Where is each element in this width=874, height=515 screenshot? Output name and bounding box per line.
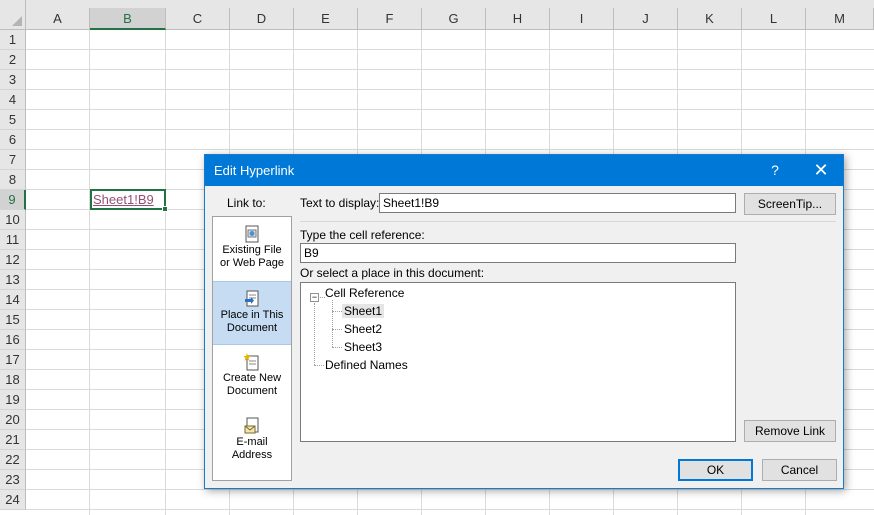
tree-connector xyxy=(314,303,315,365)
column-header-h[interactable]: H xyxy=(486,8,550,30)
row-header-23[interactable]: 23 xyxy=(0,470,26,490)
link-to-panel: Existing File or Web Page Place in This … xyxy=(212,216,292,481)
row-header-2[interactable]: 2 xyxy=(0,50,26,70)
link-to-email-address[interactable]: E-mail Address xyxy=(213,409,291,473)
gridline xyxy=(26,489,874,490)
tree-node-cell-reference[interactable]: Cell Reference xyxy=(325,286,404,300)
text-to-display-label: Text to display: xyxy=(300,196,380,210)
existing-file-icon xyxy=(245,225,259,243)
link-to-existing-file[interactable]: Existing File or Web Page xyxy=(213,217,291,281)
link-to-item-label: or Web Page xyxy=(219,257,284,269)
column-header-c[interactable]: C xyxy=(166,8,230,30)
tree-node-defined-names[interactable]: Defined Names xyxy=(325,358,408,372)
link-to-item-label: Document xyxy=(226,385,278,397)
row-header-20[interactable]: 20 xyxy=(0,410,26,430)
column-header-d[interactable]: D xyxy=(230,8,294,30)
link-to-item-label: Address xyxy=(231,449,273,461)
row-header-7[interactable]: 7 xyxy=(0,150,26,170)
row-header-14[interactable]: 14 xyxy=(0,290,26,310)
column-header-strip xyxy=(26,0,874,8)
gridline xyxy=(26,89,874,90)
fill-handle[interactable] xyxy=(162,206,168,212)
row-header-4[interactable]: 4 xyxy=(0,90,26,110)
gridline xyxy=(165,30,166,515)
row-header-16[interactable]: 16 xyxy=(0,330,26,350)
tree-node-sheet3[interactable]: Sheet3 xyxy=(344,340,382,354)
row-header-11[interactable]: 11 xyxy=(0,230,26,250)
tree-connector xyxy=(332,347,342,348)
cancel-button[interactable]: Cancel xyxy=(762,459,837,481)
column-header-k[interactable]: K xyxy=(678,8,742,30)
tree-connector xyxy=(314,365,324,366)
select-all-triangle-icon xyxy=(12,16,22,26)
link-to-item-label: Document xyxy=(226,322,278,334)
link-to-item-label: Existing File xyxy=(222,244,282,256)
remove-link-button[interactable]: Remove Link xyxy=(744,420,836,442)
link-to-label: Link to: xyxy=(227,196,266,210)
tree-node-sheet1[interactable]: Sheet1 xyxy=(342,304,385,318)
create-new-document-icon xyxy=(244,353,259,371)
dialog-title: Edit Hyperlink xyxy=(214,163,295,178)
tree-connector xyxy=(332,300,333,347)
link-to-create-new-document[interactable]: Create New Document xyxy=(213,345,291,409)
column-header-g[interactable]: G xyxy=(422,8,486,30)
gridline xyxy=(26,109,874,110)
divider xyxy=(300,221,836,222)
dialog-titlebar[interactable]: Edit Hyperlink ? ✕ xyxy=(205,155,843,186)
edit-hyperlink-dialog[interactable]: Edit Hyperlink ? ✕ Link to: Existing Fil… xyxy=(204,154,844,489)
cell-reference-input[interactable]: B9 xyxy=(300,243,736,263)
tree-node-sheet2[interactable]: Sheet2 xyxy=(344,322,382,336)
row-header-1[interactable]: 1 xyxy=(0,30,26,50)
column-header-a[interactable]: A xyxy=(26,8,90,30)
gridline xyxy=(26,149,874,150)
gridline xyxy=(26,49,874,50)
column-header-m[interactable]: M xyxy=(806,8,874,30)
screentip-button[interactable]: ScreenTip... xyxy=(744,193,836,215)
select-place-label: Or select a place in this document: xyxy=(300,266,485,280)
column-header-e[interactable]: E xyxy=(294,8,358,30)
row-header-10[interactable]: 10 xyxy=(0,210,26,230)
select-all-button[interactable] xyxy=(0,0,26,30)
gridline xyxy=(26,509,874,510)
row-header-22[interactable]: 22 xyxy=(0,450,26,470)
cell-reference-label: Type the cell reference: xyxy=(300,228,425,242)
link-to-item-label: E-mail xyxy=(236,436,268,448)
row-header-15[interactable]: 15 xyxy=(0,310,26,330)
email-address-icon xyxy=(244,417,259,434)
link-to-item-label: Place in This xyxy=(220,309,284,321)
hyperlink-cell-text[interactable]: Sheet1!B9 xyxy=(93,192,154,207)
row-header-5[interactable]: 5 xyxy=(0,110,26,130)
row-header-6[interactable]: 6 xyxy=(0,130,26,150)
row-header-8[interactable]: 8 xyxy=(0,170,26,190)
place-in-document-icon xyxy=(245,290,259,307)
collapse-icon[interactable]: − xyxy=(310,293,319,302)
row-header-21[interactable]: 21 xyxy=(0,430,26,450)
link-to-place-in-document[interactable]: Place in This Document xyxy=(213,281,291,345)
row-header-3[interactable]: 3 xyxy=(0,70,26,90)
column-header-l[interactable]: L xyxy=(742,8,806,30)
gridline xyxy=(26,69,874,70)
row-header-9[interactable]: 9 xyxy=(0,190,26,210)
row-header-12[interactable]: 12 xyxy=(0,250,26,270)
row-header-17[interactable]: 17 xyxy=(0,350,26,370)
help-button[interactable]: ? xyxy=(759,157,791,184)
gridline xyxy=(26,129,874,130)
place-tree[interactable]: − Cell Reference Sheet1 Sheet2 Sheet3 De… xyxy=(300,282,736,442)
column-header-i[interactable]: I xyxy=(550,8,614,30)
tree-connector xyxy=(332,329,342,330)
tree-connector xyxy=(332,311,342,312)
ok-button[interactable]: OK xyxy=(678,459,753,481)
row-header-19[interactable]: 19 xyxy=(0,390,26,410)
row-header-13[interactable]: 13 xyxy=(0,270,26,290)
text-to-display-input[interactable]: Sheet1!B9 xyxy=(379,193,736,213)
link-to-item-label: Create New xyxy=(222,372,282,384)
close-button[interactable]: ✕ xyxy=(801,157,841,184)
gridline xyxy=(89,30,90,515)
column-header-j[interactable]: J xyxy=(614,8,678,30)
row-header-18[interactable]: 18 xyxy=(0,370,26,390)
column-header-f[interactable]: F xyxy=(358,8,422,30)
active-cell-b9[interactable]: Sheet1!B9 xyxy=(90,189,168,212)
row-header-24[interactable]: 24 xyxy=(0,490,26,510)
column-header-b[interactable]: B xyxy=(90,8,166,30)
